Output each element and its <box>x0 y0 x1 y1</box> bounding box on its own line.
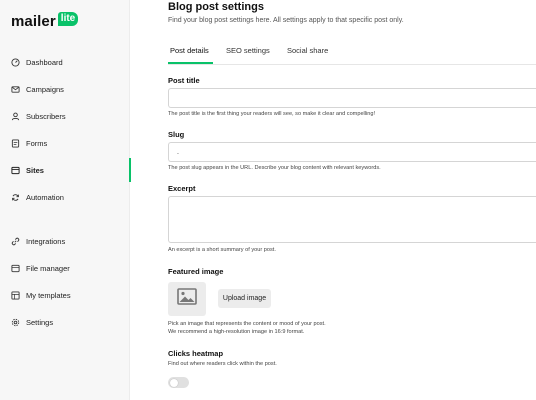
sidebar-item-label: Sites <box>26 165 44 175</box>
sidebar-item-label: My templates <box>26 290 71 300</box>
link-icon <box>11 237 20 246</box>
sidebar-item-dashboard[interactable]: Dashboard <box>0 52 130 72</box>
forms-icon <box>11 138 20 148</box>
mail-icon <box>11 85 20 94</box>
sidebar-item-label: Settings <box>26 317 54 327</box>
sidebar-item-sites[interactable]: Sites <box>0 158 131 182</box>
sidebar-item-campaigns[interactable]: Campaigns <box>0 79 130 99</box>
user-icon <box>11 112 20 121</box>
sidebar-item-label: Automation <box>26 192 64 202</box>
featured-image-label: Featured image <box>168 267 224 276</box>
tab-post-details[interactable]: Post details <box>170 46 209 55</box>
post-title-input[interactable] <box>168 88 536 108</box>
clicks-heatmap-help: Find out where readers click within the … <box>168 361 277 367</box>
sidebar-item-integrations[interactable]: Integrations <box>0 231 130 251</box>
refresh-icon <box>11 193 20 202</box>
sidebar: mailer lite Dashboard Campaigns Subscrib… <box>0 0 131 400</box>
slug-input[interactable] <box>168 142 536 162</box>
featured-image-placeholder[interactable] <box>168 282 206 316</box>
image-icon <box>177 288 197 310</box>
sidebar-item-forms[interactable]: Forms <box>0 133 130 153</box>
logo-badge: lite <box>57 12 79 26</box>
template-icon <box>11 290 20 300</box>
featured-image-help-line2: We recommend a high-resolution image in … <box>168 329 305 335</box>
sidebar-item-label: Forms <box>26 138 48 148</box>
slug-label: Slug <box>168 130 185 139</box>
sidebar-item-label: Subscribers <box>26 111 66 121</box>
sidebar-item-file-manager[interactable]: File manager <box>0 258 130 278</box>
settings-tabs: Post details SEO settings Social share <box>168 40 536 65</box>
dashboard-icon <box>11 57 20 67</box>
tab-seo-settings[interactable]: SEO settings <box>226 46 270 55</box>
logo-wordmark: mailer <box>11 13 56 30</box>
sidebar-item-label: Integrations <box>26 236 66 246</box>
active-tab-indicator <box>168 62 213 64</box>
excerpt-textarea[interactable] <box>168 196 536 243</box>
post-title-help: The post title is the first thing your r… <box>168 111 376 117</box>
sidebar-item-label: File manager <box>26 263 70 273</box>
sidebar-item-my-templates[interactable]: My templates <box>0 285 130 305</box>
sidebar-item-label: Campaigns <box>26 84 64 94</box>
gear-icon <box>11 318 20 327</box>
featured-image-help-line1: Pick an image that represents the conten… <box>168 321 326 327</box>
clicks-heatmap-toggle[interactable] <box>168 377 189 388</box>
excerpt-help: An excerpt is a short summary of your po… <box>168 247 276 253</box>
sidebar-item-subscribers[interactable]: Subscribers <box>0 106 130 126</box>
slug-help: The post slug appears in the URL. Descri… <box>168 165 381 171</box>
sidebar-item-automation[interactable]: Automation <box>0 187 130 207</box>
sidebar-item-settings[interactable]: Settings <box>0 312 130 332</box>
sites-icon <box>11 166 20 175</box>
tab-social-share[interactable]: Social share <box>287 46 328 55</box>
excerpt-label: Excerpt <box>168 184 196 193</box>
main-content: Blog post settings Find your blog post s… <box>131 0 536 400</box>
clicks-heatmap-label: Clicks heatmap <box>168 349 224 358</box>
page-subtitle: Find your blog post settings here. All s… <box>168 17 404 24</box>
upload-image-button[interactable]: Upload image <box>218 289 271 308</box>
sidebar-item-label: Dashboard <box>26 57 63 67</box>
page-title: Blog post settings <box>168 1 264 13</box>
mailerlite-logo[interactable]: mailer lite <box>11 12 79 33</box>
post-title-label: Post title <box>168 76 200 85</box>
file-icon <box>11 264 20 273</box>
